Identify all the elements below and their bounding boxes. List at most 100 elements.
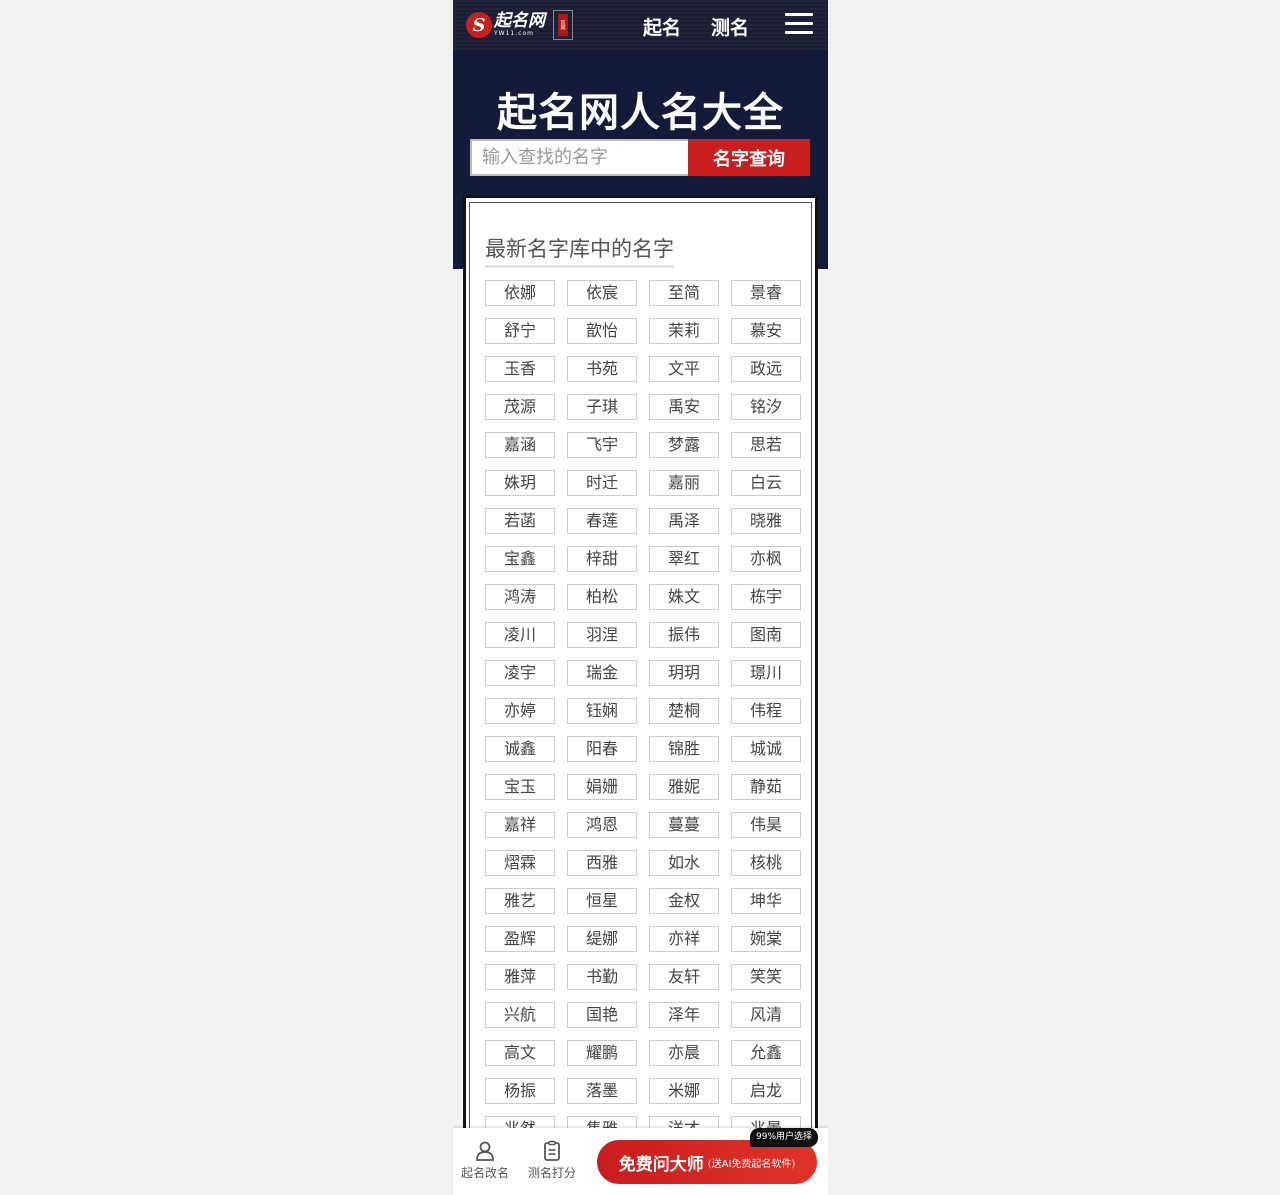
name-tag[interactable]: 静茹 — [731, 774, 801, 800]
name-tag[interactable]: 西雅 — [567, 850, 637, 876]
name-tag[interactable]: 城诚 — [731, 736, 801, 762]
ask-master-label: 免费问大师 — [618, 1154, 704, 1175]
name-tag[interactable]: 铭汐 — [731, 394, 801, 420]
name-tag[interactable]: 书苑 — [567, 356, 637, 382]
name-tag[interactable]: 飞宇 — [567, 432, 637, 458]
name-tag[interactable]: 坤华 — [731, 888, 801, 914]
name-tag[interactable]: 雅妮 — [649, 774, 719, 800]
name-tag[interactable]: 风清 — [731, 1002, 801, 1028]
name-tag[interactable]: 至简 — [649, 280, 719, 306]
bottom-nav-qiming[interactable]: 起名改名 — [455, 1140, 515, 1181]
name-tag[interactable]: 宝鑫 — [485, 546, 555, 572]
search-button[interactable]: 名字查询 — [688, 139, 810, 176]
name-tag[interactable]: 子琪 — [567, 394, 637, 420]
name-tag[interactable]: 蔓蔓 — [649, 812, 719, 838]
name-tag[interactable]: 兴航 — [485, 1002, 555, 1028]
section-title: 最新名字库中的名字 — [485, 233, 674, 268]
name-tag[interactable]: 茉莉 — [649, 318, 719, 344]
name-tag[interactable]: 启龙 — [731, 1078, 801, 1104]
nav-link-ceming[interactable]: 测名 — [711, 13, 749, 40]
name-tag[interactable]: 锦胜 — [649, 736, 719, 762]
name-tag[interactable]: 亦祥 — [649, 926, 719, 952]
name-tag[interactable]: 春莲 — [567, 508, 637, 534]
name-tag[interactable]: 杨振 — [485, 1078, 555, 1104]
name-tag[interactable]: 金权 — [649, 888, 719, 914]
name-tag[interactable]: 栋宇 — [731, 584, 801, 610]
name-tag[interactable]: 瑞金 — [567, 660, 637, 686]
search-input[interactable] — [470, 139, 688, 176]
name-tag[interactable]: 羽涅 — [567, 622, 637, 648]
name-tag[interactable]: 翠红 — [649, 546, 719, 572]
name-tag[interactable]: 如水 — [649, 850, 719, 876]
name-tag[interactable]: 楚桐 — [649, 698, 719, 724]
name-tag[interactable]: 禹泽 — [649, 508, 719, 534]
name-tag[interactable]: 若菡 — [485, 508, 555, 534]
name-tag[interactable]: 钰娴 — [567, 698, 637, 724]
name-tag[interactable]: 振伟 — [649, 622, 719, 648]
name-tag[interactable]: 核桃 — [731, 850, 801, 876]
name-tag[interactable]: 阳春 — [567, 736, 637, 762]
name-tag[interactable]: 诚鑫 — [485, 736, 555, 762]
name-tag[interactable]: 政远 — [731, 356, 801, 382]
name-tag[interactable]: 姝文 — [649, 584, 719, 610]
name-tag[interactable]: 柏松 — [567, 584, 637, 610]
bottom-nav-ceming[interactable]: 测名打分 — [522, 1140, 582, 1181]
page-title: 起名网人名大全 — [497, 90, 784, 136]
name-tag[interactable]: 国艳 — [567, 1002, 637, 1028]
nav-link-qiming[interactable]: 起名 — [643, 13, 681, 40]
name-tag[interactable]: 依宸 — [567, 280, 637, 306]
name-tag[interactable]: 亦晨 — [649, 1040, 719, 1066]
name-tag[interactable]: 盈辉 — [485, 926, 555, 952]
name-tag[interactable]: 梦露 — [649, 432, 719, 458]
name-tag[interactable]: 白云 — [731, 470, 801, 496]
name-tag[interactable]: 禹安 — [649, 394, 719, 420]
name-tag[interactable]: 娟姗 — [567, 774, 637, 800]
name-tag[interactable]: 允鑫 — [731, 1040, 801, 1066]
name-tag[interactable]: 茂源 — [485, 394, 555, 420]
name-tag[interactable]: 米娜 — [649, 1078, 719, 1104]
name-tag[interactable]: 思若 — [731, 432, 801, 458]
name-tag[interactable]: 凌宇 — [485, 660, 555, 686]
name-tag[interactable]: 文平 — [649, 356, 719, 382]
name-tag[interactable]: 高文 — [485, 1040, 555, 1066]
name-tag[interactable]: 熠霖 — [485, 850, 555, 876]
name-tag[interactable]: 泽年 — [649, 1002, 719, 1028]
name-tag[interactable]: 雅艺 — [485, 888, 555, 914]
name-tag[interactable]: 亦枫 — [731, 546, 801, 572]
name-tag[interactable]: 歆怡 — [567, 318, 637, 344]
name-tag[interactable]: 姝玥 — [485, 470, 555, 496]
name-tag[interactable]: 玥玥 — [649, 660, 719, 686]
name-tag[interactable]: 伟昊 — [731, 812, 801, 838]
name-tag[interactable]: 凌川 — [485, 622, 555, 648]
name-tag[interactable]: 嘉祥 — [485, 812, 555, 838]
name-tag[interactable]: 时迁 — [567, 470, 637, 496]
name-tag[interactable]: 婉棠 — [731, 926, 801, 952]
name-tag[interactable]: 依娜 — [485, 280, 555, 306]
site-logo[interactable]: S 起名网 YW11.com 官网 — [466, 10, 573, 40]
name-tag[interactable]: 亦婷 — [485, 698, 555, 724]
name-tag[interactable]: 鸿恩 — [567, 812, 637, 838]
name-tag[interactable]: 景睿 — [731, 280, 801, 306]
name-tag[interactable]: 友轩 — [649, 964, 719, 990]
name-tag[interactable]: 图南 — [731, 622, 801, 648]
name-tag[interactable]: 嘉丽 — [649, 470, 719, 496]
mobile-page: S 起名网 YW11.com 官网 起名 测名 起名网人名大全 名字查询 最新名… — [453, 0, 828, 1195]
name-tag[interactable]: 慕安 — [731, 318, 801, 344]
name-tag[interactable]: 嘉涵 — [485, 432, 555, 458]
name-tag[interactable]: 晓雅 — [731, 508, 801, 534]
name-tag[interactable]: 恒星 — [567, 888, 637, 914]
name-tag[interactable]: 伟程 — [731, 698, 801, 724]
name-tag[interactable]: 雅萍 — [485, 964, 555, 990]
name-tag[interactable]: 璟川 — [731, 660, 801, 686]
name-tag[interactable]: 缇娜 — [567, 926, 637, 952]
name-tag[interactable]: 玉香 — [485, 356, 555, 382]
name-tag[interactable]: 鸿涛 — [485, 584, 555, 610]
name-tag[interactable]: 舒宁 — [485, 318, 555, 344]
name-tag[interactable]: 耀鹏 — [567, 1040, 637, 1066]
name-tag[interactable]: 宝玉 — [485, 774, 555, 800]
name-tag[interactable]: 梓甜 — [567, 546, 637, 572]
hamburger-menu-icon[interactable] — [785, 13, 813, 35]
name-tag[interactable]: 书勤 — [567, 964, 637, 990]
name-tag[interactable]: 落墨 — [567, 1078, 637, 1104]
name-tag[interactable]: 笑笑 — [731, 964, 801, 990]
